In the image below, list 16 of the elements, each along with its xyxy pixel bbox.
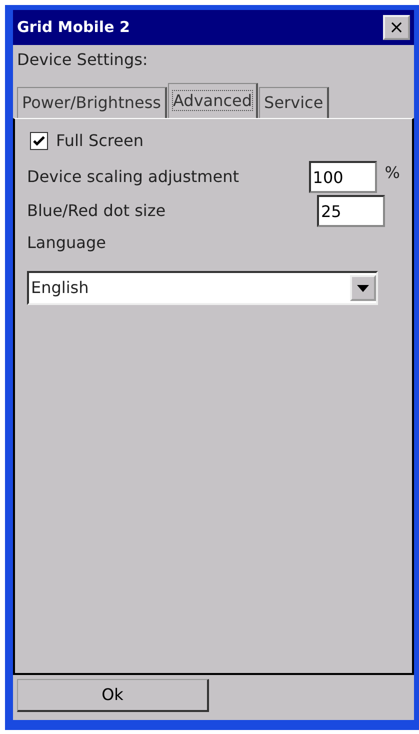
field-label: Device scaling adjustment	[27, 166, 240, 188]
checkbox[interactable]	[30, 132, 48, 150]
tab[interactable]: Power/Brightness	[17, 87, 167, 118]
input-field[interactable]: 100	[308, 161, 377, 193]
checkbox-label: Full Screen	[56, 130, 144, 152]
unit-label: %	[384, 162, 400, 184]
window-title: Grid Mobile 2	[17, 17, 130, 38]
field-label: Language	[27, 232, 107, 254]
heading: Device Settings:	[16, 49, 149, 71]
field-label: Blue/Red dot size	[27, 200, 167, 222]
tab[interactable]: Advanced	[168, 83, 258, 119]
language-dropdown[interactable]: English	[27, 271, 378, 305]
tab[interactable]: Service	[259, 87, 330, 118]
close-button[interactable]: ×	[383, 15, 410, 40]
input-field[interactable]: 25	[317, 195, 385, 227]
ok-button[interactable]: Ok	[17, 679, 209, 712]
